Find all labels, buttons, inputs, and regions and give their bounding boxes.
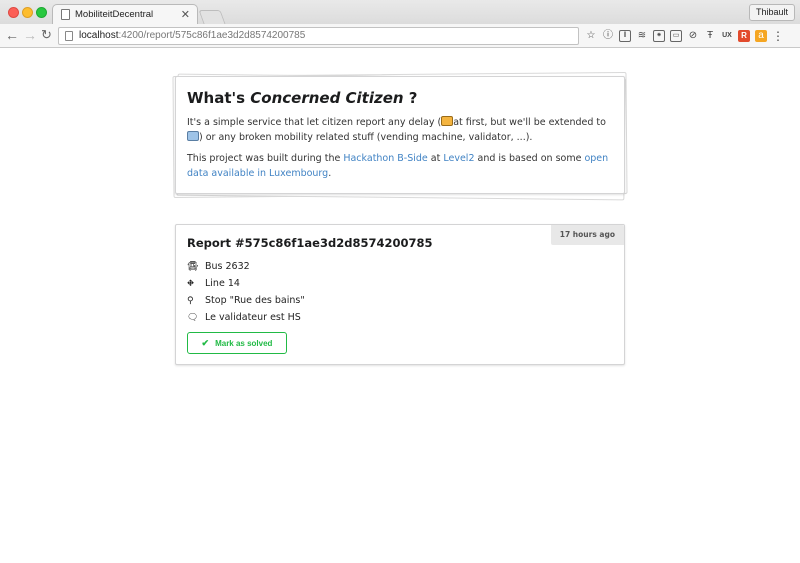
menu-icon[interactable]: ⋮ [772, 30, 784, 42]
tram-emoji-icon [187, 131, 199, 141]
tab-title: MobiliteitDecentral [75, 9, 154, 20]
stop-value: Stop "Rue des bains" [205, 295, 305, 306]
detail-line: ⛖ Line 14 [187, 275, 613, 292]
url-host: localhost [79, 30, 119, 41]
profile-button[interactable]: Thibault [748, 4, 795, 21]
title-emphasis: Concerned Citizen [250, 89, 404, 107]
truck-icon: 🚍︎ [187, 261, 199, 272]
comment-value: Le validateur est HS [205, 312, 301, 323]
minimize-window-button[interactable] [22, 7, 33, 18]
close-window-button[interactable] [8, 7, 19, 18]
browser-toolbar: ← → ↻ localhost:4200/report/575c86f1ae3d… [0, 24, 800, 48]
detail-bus: 🚍︎ Bus 2632 [187, 258, 613, 275]
intro-title: What's Concerned Citizen ? [187, 89, 613, 107]
star-icon[interactable]: ☆ [585, 30, 597, 42]
cast-icon[interactable]: ▭ [670, 30, 682, 42]
browser-titlebar: MobiliteitDecentral ✕ Thibault [0, 0, 800, 25]
url-text[interactable]: localhost:4200/report/575c86f1ae3d2d8574… [79, 30, 305, 41]
intro-text: at [427, 153, 444, 164]
ban-icon[interactable]: ⊘ [687, 30, 699, 42]
amazon-icon[interactable]: a [755, 30, 767, 42]
intro-card: What's Concerned Citizen ? It's a simple… [175, 76, 625, 194]
zoom-window-button[interactable] [36, 7, 47, 18]
line-value: Line 14 [205, 278, 240, 289]
bus-value: Bus 2632 [205, 261, 250, 272]
solve-label: Mark as solved [215, 338, 273, 348]
mark-as-solved-button[interactable]: ✔ Mark as solved [187, 332, 287, 354]
info-icon[interactable]: ⓘ [602, 30, 614, 42]
level2-link[interactable]: Level2 [443, 153, 474, 164]
layers-icon[interactable]: ≋ [636, 30, 648, 42]
title-prefix: What's [187, 89, 251, 107]
road-icon: ⛖ [187, 278, 195, 289]
extension-bar: ☆ ⓘ ǁ ≋ ⁕ ▭ ⊘ Ŧ UX R a ⋮ [585, 28, 784, 44]
page-info-icon[interactable] [65, 31, 73, 41]
title-suffix: ? [403, 89, 418, 107]
report-card: 17 hours ago Report #575c86f1ae3d2d85742… [175, 224, 625, 365]
page-content: What's Concerned Citizen ? It's a simple… [0, 49, 800, 563]
intro-text: . [328, 168, 332, 179]
intro-paragraph-1: It's a simple service that let citizen r… [187, 115, 613, 145]
address-bar[interactable]: localhost:4200/report/575c86f1ae3d2d8574… [58, 27, 579, 45]
detail-comment: 🗨︎ Le validateur est HS [187, 309, 613, 326]
comment-icon: 🗨︎ [187, 312, 199, 323]
intro-text: It's a simple service that let citizen r… [187, 117, 442, 128]
hackathon-link[interactable]: Hackathon B-Side [343, 153, 427, 164]
url-path: :4200/report/575c86f1ae3d2d8574200785 [118, 30, 306, 41]
new-tab-button[interactable] [198, 10, 226, 24]
back-icon[interactable]: ← [5, 27, 19, 43]
page-icon [61, 9, 70, 20]
bus-emoji-icon [441, 116, 454, 126]
ux-icon[interactable]: UX [721, 30, 733, 42]
tab-close-icon[interactable]: ✕ [181, 8, 190, 21]
intro-text: ) or any broken mobility related stuff (… [199, 132, 533, 143]
detail-stop: ⚲ Stop "Rue des bains" [187, 292, 613, 309]
report-title: Report #575c86f1ae3d2d8574200785 [187, 236, 433, 250]
intro-text: and is based on some [474, 153, 585, 164]
ext-icon[interactable]: ⁕ [653, 30, 665, 42]
ext-icon[interactable]: ǁ [619, 30, 631, 42]
forward-icon[interactable]: → [23, 27, 37, 43]
reload-icon[interactable]: ↻ [41, 27, 52, 43]
intro-paragraph-2: This project was built during the Hackat… [187, 151, 613, 181]
r-icon[interactable]: R [738, 30, 750, 42]
time-badge: 17 hours ago [550, 225, 624, 245]
intro-text: at first, but we'll be extended to [453, 117, 606, 128]
tab-mobiliteit[interactable]: MobiliteitDecentral ✕ [52, 4, 198, 25]
check-icon: ✔ [201, 337, 210, 348]
intro-text: This project was built during the [187, 153, 344, 164]
t-icon[interactable]: Ŧ [704, 30, 716, 42]
map-marker-icon: ⚲ [187, 295, 194, 306]
